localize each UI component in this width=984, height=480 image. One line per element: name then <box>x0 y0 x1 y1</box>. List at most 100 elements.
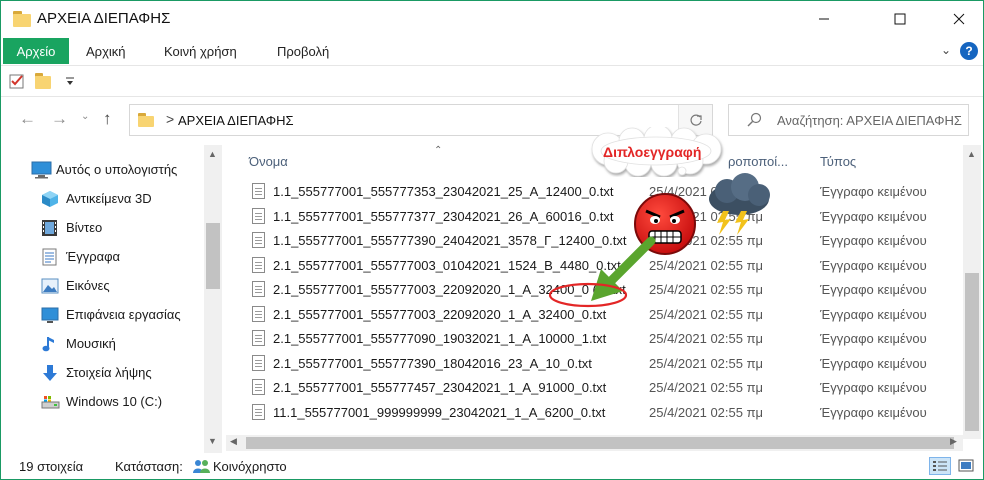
file-date: 25/4/2021 02:55 πμ <box>649 331 764 346</box>
nav-item-label: Windows 10 (C:) <box>66 394 163 409</box>
file-name[interactable]: 2.1_555777001_555777090_19032021_1_Α_100… <box>273 331 606 346</box>
forward-button[interactable]: → <box>51 109 68 129</box>
documents-icon <box>42 248 57 266</box>
file-type: Έγγραφο κειμένου <box>820 282 927 297</box>
desktop-icon <box>41 307 59 323</box>
nav-item-downloads[interactable]: Στοιχεία λήψης <box>1 360 201 386</box>
search-input[interactable]: Αναζήτηση: ΑΡΧΕΙΑ ΔΙΕΠΑΦΗΣ <box>777 113 967 128</box>
scroll-left-icon[interactable]: ◀ <box>230 436 237 447</box>
scroll-up-icon[interactable]: ▲ <box>967 149 976 159</box>
window-title: ΑΡΧΕΙΑ ΔΙΕΠΑΦΗΣ <box>37 10 171 27</box>
file-name[interactable]: 2.1_555777001_555777390_18042016_23_Α_10… <box>273 356 592 371</box>
drive-icon <box>41 396 60 409</box>
minimize-button[interactable] <box>801 1 847 37</box>
music-icon <box>42 337 54 352</box>
scroll-up-icon[interactable]: ▲ <box>208 149 217 159</box>
back-button[interactable]: ← <box>19 109 36 129</box>
nav-item-3d-objects[interactable]: Αντικείμενα 3D <box>1 186 201 212</box>
file-name[interactable]: 1.1_555777001_555777353_23042021_25_Α_12… <box>273 184 614 199</box>
pictures-icon <box>41 278 59 294</box>
maximize-icon <box>894 13 906 25</box>
nav-item-pictures[interactable]: Εικόνες <box>1 273 201 299</box>
close-icon <box>953 13 965 25</box>
scroll-down-icon[interactable]: ▼ <box>208 436 217 446</box>
search-box[interactable]: Αναζήτηση: ΑΡΧΕΙΑ ΔΙΕΠΑΦΗΣ <box>728 104 969 136</box>
nav-item-label: Αυτός ο υπολογιστής <box>56 162 178 177</box>
file-type: Έγγραφο κειμένου <box>820 380 927 395</box>
file-type: Έγγραφο κειμένου <box>820 184 927 199</box>
new-folder-button[interactable] <box>35 72 53 90</box>
tab-share[interactable]: Κοινή χρήση <box>164 44 237 59</box>
nav-item-videos[interactable]: Βίντεο <box>1 215 201 241</box>
breadcrumb-current[interactable]: ΑΡΧΕΙΑ ΔΙΕΠΑΦΗΣ <box>178 113 294 128</box>
maximize-button[interactable] <box>877 1 923 37</box>
recent-locations-button[interactable]: ⌄ <box>81 111 89 122</box>
help-button[interactable]: ? <box>960 42 978 60</box>
large-icons-view-button[interactable] <box>956 457 976 475</box>
expand-ribbon-button[interactable]: ⌄ <box>941 43 951 57</box>
help-icon: ? <box>965 44 973 58</box>
storm-cloud-icon <box>709 173 770 235</box>
file-list-vertical-scrollbar[interactable]: ▲ <box>963 145 981 439</box>
tab-home[interactable]: Αρχική <box>86 44 126 59</box>
file-row[interactable]: 1.1_555777001_555777377_23042021_26_Α_60… <box>246 203 961 228</box>
file-name[interactable]: 2.1_555777001_555777457_23042021_1_Α_910… <box>273 380 606 395</box>
file-type: Έγγραφο κειμένου <box>820 404 927 420</box>
nav-item-label: Αντικείμενα 3D <box>66 191 152 206</box>
file-row[interactable]: 2.1_555777001_555777390_18042016_23_Α_10… <box>246 350 961 375</box>
horizontal-scroll-thumb[interactable] <box>246 437 954 449</box>
nav-item-documents[interactable]: Έγγραφα <box>1 244 201 270</box>
chevron-down-icon: ⌄ <box>941 43 952 57</box>
file-name[interactable]: 1.1_555777001_555777377_23042021_26_Α_60… <box>273 209 614 224</box>
nav-item-music[interactable]: Μουσική <box>1 331 201 357</box>
navigation-pane: Αυτός ο υπολογιστής Αντικείμενα 3D Βίντε… <box>1 145 226 453</box>
file-row[interactable]: 1.1_555777001_555777353_23042021_25_Α_12… <box>246 178 961 203</box>
status-bar: 19 στοιχεία Κατάσταση: Κοινόχρηστο <box>1 453 983 479</box>
nav-scroll-thumb[interactable] <box>206 223 220 289</box>
text-file-icon <box>252 183 265 199</box>
nav-item-label: Στοιχεία λήψης <box>66 365 152 380</box>
minimize-icon <box>819 18 829 20</box>
file-name[interactable]: 2.1_555777001_555777003_01042021_1524_Β_… <box>273 258 621 273</box>
tab-file[interactable]: Αρχείο <box>3 38 69 64</box>
nav-item-this-pc[interactable]: Αυτός ο υπολογιστής <box>1 157 201 183</box>
file-name[interactable]: 1.1_555777001_555777390_24042021_3578_Γ_… <box>273 233 626 248</box>
chevron-down-icon: ⌄ <box>81 111 90 122</box>
state-value: Κοινόχρηστο <box>213 459 287 474</box>
text-file-icon <box>252 379 265 395</box>
vertical-scroll-thumb[interactable] <box>965 273 979 431</box>
file-row[interactable]: 2.1_555777001_555777457_23042021_1_Α_910… <box>246 374 961 399</box>
nav-item-drive-c[interactable]: Windows 10 (C:) <box>1 389 201 415</box>
quick-access-toolbar <box>1 65 983 97</box>
scroll-right-icon[interactable]: ▶ <box>950 436 957 447</box>
cube-3d-icon <box>42 191 58 207</box>
file-row[interactable]: 2.1_555777001_555777090_19032021_1_Α_100… <box>246 325 961 350</box>
text-file-icon <box>252 281 265 297</box>
item-count: 19 στοιχεία <box>19 459 84 474</box>
tab-view[interactable]: Προβολή <box>277 44 329 59</box>
up-button[interactable]: ↑ <box>103 109 112 129</box>
nav-scrollbar[interactable]: ▲ ▼ <box>204 145 222 453</box>
details-view-icon <box>933 461 947 471</box>
properties-button[interactable] <box>9 73 25 89</box>
text-file-icon <box>252 232 265 248</box>
file-name[interactable]: 11.1_555777001_999999999_23042021_1_Α_62… <box>273 405 605 420</box>
properties-checklist-icon <box>9 74 24 89</box>
file-date: 25/4/2021 02:55 πμ <box>649 257 764 273</box>
column-header-modified[interactable]: ροποποί... <box>728 154 788 169</box>
column-header-name[interactable]: Όνομα <box>249 154 288 169</box>
close-button[interactable] <box>936 1 982 37</box>
file-date: 25/4/2021 02:55 πμ <box>649 355 764 371</box>
file-date: 25/4/2021 02:55 πμ <box>649 404 764 420</box>
file-row[interactable]: 11.1_555777001_999999999_23042021_1_Α_62… <box>246 399 961 424</box>
details-view-button[interactable] <box>929 457 951 475</box>
title-bar: ΑΡΧΕΙΑ ΔΙΕΠΑΦΗΣ <box>1 1 983 37</box>
file-date: 25/4/2021 02:55 πμ <box>649 380 764 395</box>
arrow-right-icon: → <box>51 109 68 128</box>
nav-item-desktop[interactable]: Επιφάνεια εργασίας <box>1 302 201 328</box>
folder-icon <box>138 113 154 127</box>
text-file-icon <box>252 330 265 346</box>
column-header-type[interactable]: Τύπος <box>820 154 856 169</box>
file-list-horizontal-scrollbar[interactable]: ◀ ▶ <box>226 435 963 451</box>
customize-toolbar-button[interactable] <box>65 76 75 88</box>
